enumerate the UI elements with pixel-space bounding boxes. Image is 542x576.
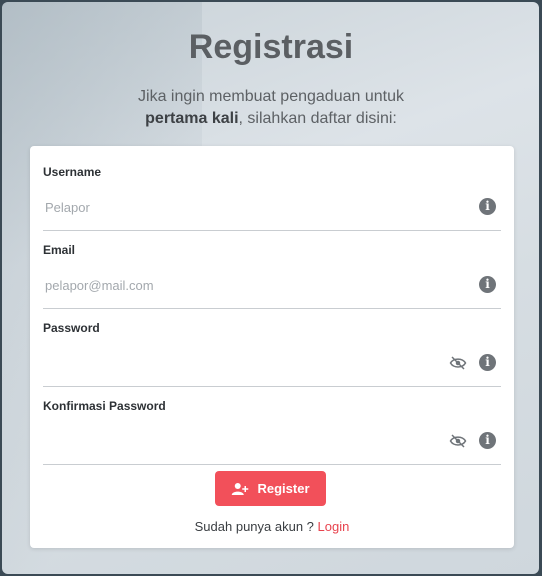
eye-slash-icon[interactable] [449,433,467,449]
login-prompt: Sudah punya akun ? Login [30,519,514,534]
register-button[interactable]: Register [215,471,326,506]
email-row: i [43,272,501,309]
username-row: i [43,194,501,231]
login-link[interactable]: Login [318,519,350,534]
confirm-password-group: Konfirmasi Password i [43,398,501,465]
password-input[interactable] [43,350,435,376]
subtitle-line1: Jika ingin membuat pengaduan untuk [138,88,404,105]
register-card: Username i Email i Password i Konfirmasi… [30,146,514,548]
confirm-password-input[interactable] [43,428,435,454]
password-group: Password i [43,320,501,387]
user-plus-icon [232,482,249,495]
username-label: Username [43,165,102,179]
login-prompt-text: Sudah punya akun ? [194,519,318,534]
register-label: Register [257,481,310,496]
email-group: Email i [43,242,501,309]
password-row: i [43,350,501,387]
username-input[interactable] [43,194,435,220]
subtitle-bold: pertama kali [145,110,239,127]
confirm-password-label: Konfirmasi Password [43,399,166,413]
eye-slash-icon[interactable] [449,355,467,371]
username-group: Username i [43,164,501,231]
email-label: Email [43,243,76,257]
info-icon[interactable]: i [479,432,496,449]
page-subtitle: Jika ingin membuat pengaduan untuk perta… [0,86,542,130]
password-label: Password [43,321,100,335]
email-input[interactable] [43,272,435,298]
confirm-password-row: i [43,428,501,465]
page-title: Registrasi [188,28,354,66]
info-icon[interactable]: i [479,354,496,371]
subtitle-rest: , silahkan daftar disini: [238,110,397,127]
info-icon[interactable]: i [479,198,496,215]
info-icon[interactable]: i [479,276,496,293]
